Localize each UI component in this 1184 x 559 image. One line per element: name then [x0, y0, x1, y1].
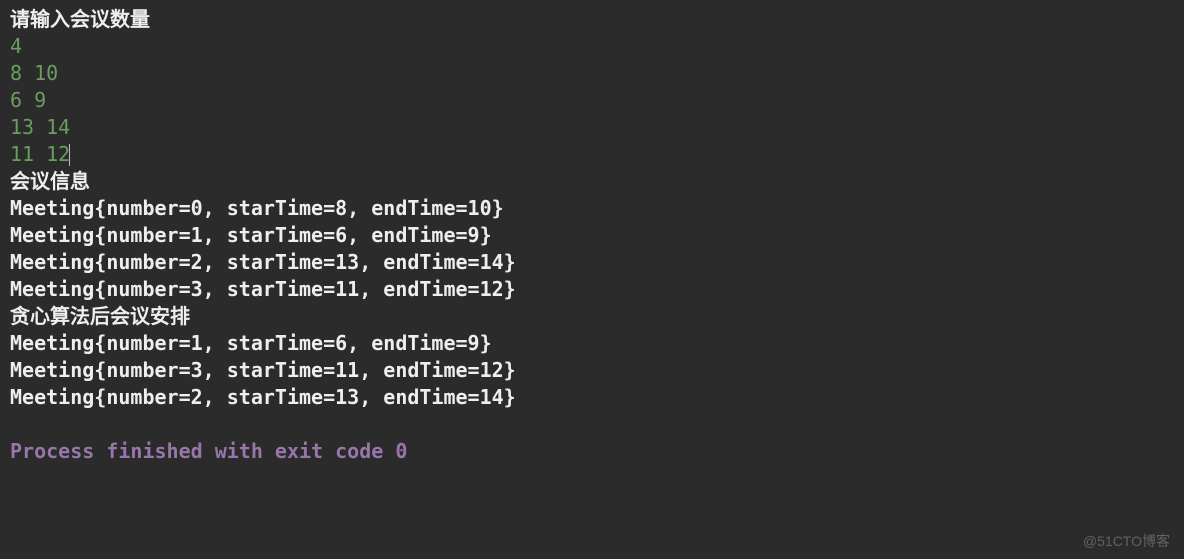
exit-message: Process finished with exit code 0 [10, 438, 1174, 465]
input-line: 13 14 [10, 114, 1174, 141]
input-line: 4 [10, 33, 1174, 60]
meeting-line: Meeting{number=3, starTime=11, endTime=1… [10, 357, 1174, 384]
meeting-line: Meeting{number=1, starTime=6, endTime=9} [10, 330, 1174, 357]
meeting-line: Meeting{number=1, starTime=6, endTime=9} [10, 222, 1174, 249]
meeting-line: Meeting{number=2, starTime=13, endTime=1… [10, 249, 1174, 276]
meeting-line: Meeting{number=2, starTime=13, endTime=1… [10, 384, 1174, 411]
console-output[interactable]: 请输入会议数量 4 8 10 6 9 13 14 11 12 会议信息 Meet… [10, 6, 1174, 465]
input-line: 8 10 [10, 60, 1174, 87]
blank-line [10, 411, 1174, 438]
prompt-line: 请输入会议数量 [10, 6, 1174, 33]
section-header: 会议信息 [10, 168, 1174, 195]
section-header: 贪心算法后会议安排 [10, 303, 1174, 330]
meeting-line: Meeting{number=3, starTime=11, endTime=1… [10, 276, 1174, 303]
watermark: @51CTO博客 [1083, 532, 1170, 551]
text-cursor [69, 144, 70, 166]
meeting-line: Meeting{number=0, starTime=8, endTime=10… [10, 195, 1174, 222]
input-line: 11 12 [10, 141, 1174, 168]
input-line: 6 9 [10, 87, 1174, 114]
